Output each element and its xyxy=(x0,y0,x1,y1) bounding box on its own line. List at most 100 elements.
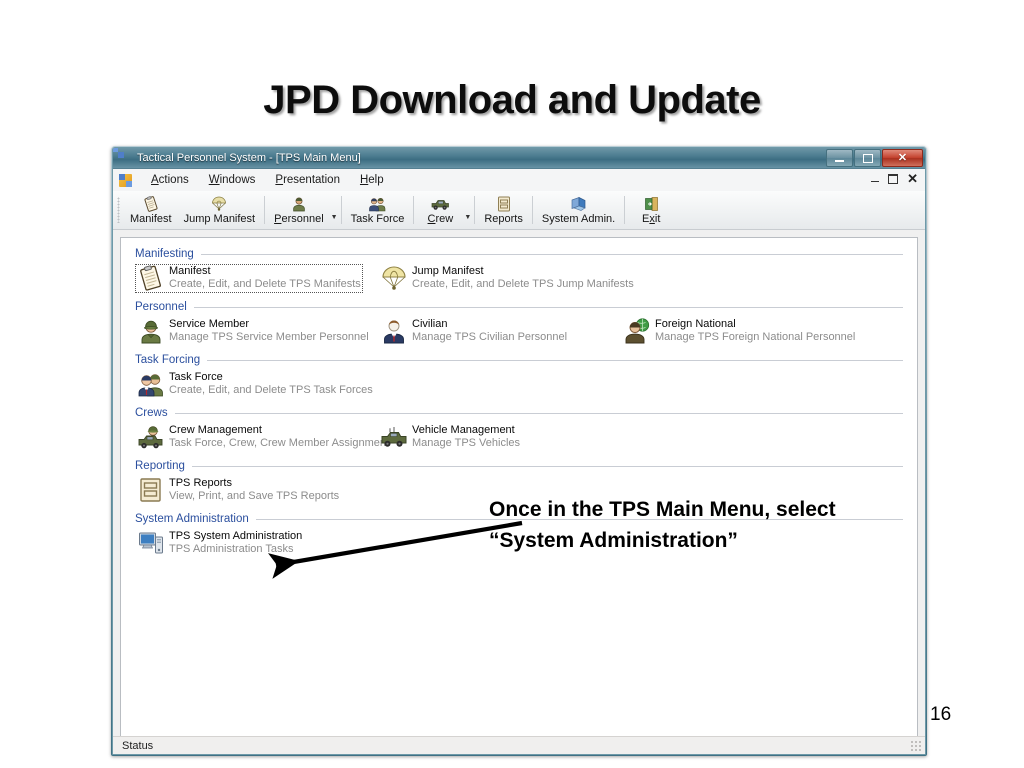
toolbar-button-exit[interactable]: Exit xyxy=(628,194,674,226)
section-label: Crews xyxy=(135,407,168,419)
report-document-icon xyxy=(494,195,514,212)
section-label: Manifesting xyxy=(135,248,194,260)
section-header-personnel: Personnel xyxy=(135,301,903,313)
entry-text: TPS System Administration TPS Administra… xyxy=(169,530,302,556)
chevron-down-icon[interactable]: ▼ xyxy=(331,214,338,221)
chevron-down-icon[interactable]: ▼ xyxy=(464,214,471,221)
window-inner: Tactical Personnel System - [TPS Main Me… xyxy=(112,147,926,755)
callout-line-1: Once in the TPS Main Menu, select xyxy=(489,498,836,521)
menu-entry-vehicle-management[interactable]: Vehicle Management Manage TPS Vehicles xyxy=(378,423,606,452)
window-controls: ✕ xyxy=(826,149,923,167)
menu-item-actions[interactable]: Actions xyxy=(141,172,199,188)
entry-title: TPS System Administration xyxy=(169,530,303,542)
menu-item-windows[interactable]: Windows xyxy=(199,172,266,188)
status-bar: Status xyxy=(113,736,925,754)
slide-canvas: JPD Download and Update 16 Tactical Pers… xyxy=(0,0,1024,768)
section-label: Reporting xyxy=(135,460,185,472)
entry-desc: TPS Administration Tasks xyxy=(169,543,294,555)
section-divider xyxy=(200,253,903,255)
toolbar-group-crew: Crew ▼ xyxy=(417,194,471,226)
two-people-icon xyxy=(138,371,164,397)
toolbar-button-crew[interactable]: Crew xyxy=(417,194,463,226)
exit-door-icon xyxy=(641,195,661,212)
entry-text: Foreign National Manage TPS Foreign Nati… xyxy=(655,318,855,344)
menu-entry-manifest[interactable]: Manifest Create, Edit, and Delete TPS Ma… xyxy=(135,264,363,293)
menu-entry-task-force[interactable]: Task Force Create, Edit, and Delete TPS … xyxy=(135,370,373,399)
toolbar-label-personnel: Personnel xyxy=(274,213,324,225)
maximize-button[interactable] xyxy=(854,149,881,167)
toolbar-grip[interactable] xyxy=(117,197,120,223)
toolbar-button-system-admin[interactable]: System Admin. xyxy=(536,194,621,226)
entry-desc: Manage TPS Foreign National Personnel xyxy=(655,331,856,343)
callout-line-2: “System Administration” xyxy=(489,529,738,552)
mdi-close-icon[interactable]: ✕ xyxy=(907,172,918,185)
window-title-bar: Tactical Personnel System - [TPS Main Me… xyxy=(113,148,925,169)
toolbar-separator xyxy=(413,196,415,224)
section-label: System Administration xyxy=(135,513,249,525)
menu-bar: Actions Windows Presentation Help ✕ xyxy=(113,169,925,191)
close-button[interactable]: ✕ xyxy=(882,149,923,167)
menu-entry-foreign-national[interactable]: Foreign National Manage TPS Foreign Nati… xyxy=(621,317,855,346)
menu-entry-tps-reports[interactable]: TPS Reports View, Print, and Save TPS Re… xyxy=(135,476,363,505)
system-admin-icon xyxy=(569,195,589,212)
vehicle-icon xyxy=(381,424,407,450)
mdi-restore-button[interactable] xyxy=(888,173,899,184)
toolbar-label-jump-manifest: Jump Manifest xyxy=(183,213,256,225)
mdi-minimize-button[interactable] xyxy=(871,175,880,183)
toolbar-separator xyxy=(264,196,266,224)
entry-text: Civilian Manage TPS Civilian Personnel xyxy=(412,318,567,344)
toolbar-button-personnel[interactable]: Personnel xyxy=(268,194,330,226)
toolbar-label-crew: Crew xyxy=(427,213,454,225)
menu-entry-service-member[interactable]: Service Member Manage TPS Service Member… xyxy=(135,317,369,346)
entry-desc: View, Print, and Save TPS Reports xyxy=(169,490,340,502)
parachute-icon xyxy=(209,195,229,212)
menu-entry-civilian[interactable]: Civilian Manage TPS Civilian Personnel xyxy=(378,317,606,346)
resize-grip[interactable] xyxy=(910,740,922,752)
toolbar-button-reports[interactable]: Reports xyxy=(478,194,529,226)
toolbar-button-jump-manifest[interactable]: Jump Manifest xyxy=(178,194,262,226)
entry-text: TPS Reports View, Print, and Save TPS Re… xyxy=(169,477,339,503)
menu-entry-tps-system-administration[interactable]: TPS System Administration TPS Administra… xyxy=(135,529,363,558)
entry-title: Jump Manifest xyxy=(412,265,484,277)
section-header-manifesting: Manifesting xyxy=(135,248,903,260)
item-row: Crew Management Task Force, Crew, Crew M… xyxy=(135,423,903,452)
section-label: Task Forcing xyxy=(135,354,201,366)
civilian-icon xyxy=(381,318,407,344)
minimize-button[interactable] xyxy=(826,149,853,167)
section-divider xyxy=(174,412,903,414)
item-row: Manifest Create, Edit, and Delete TPS Ma… xyxy=(135,264,903,293)
section-divider xyxy=(207,359,903,361)
status-text: Status xyxy=(122,739,154,752)
toolbar-button-manifest[interactable]: Manifest xyxy=(124,194,178,226)
page-title: JPD Download and Update xyxy=(263,78,761,122)
page-number: 16 xyxy=(930,704,952,725)
toolbar-button-task-force[interactable]: Task Force xyxy=(345,194,411,226)
entry-desc: Create, Edit, and Delete TPS Jump Manife… xyxy=(412,278,634,290)
section-header-task-forcing: Task Forcing xyxy=(135,354,903,366)
toolbar-separator xyxy=(531,196,533,224)
clipboard-icon xyxy=(138,265,164,291)
menu-item-help[interactable]: Help xyxy=(350,172,394,188)
entry-desc: Manage TPS Civilian Personnel xyxy=(412,331,568,343)
toolbar-label-exit: Exit xyxy=(642,213,661,225)
entry-desc: Manage TPS Service Member Personnel xyxy=(169,331,369,343)
entry-title: Vehicle Management xyxy=(412,424,515,436)
toolbar-separator xyxy=(474,196,476,224)
menu-entry-jump-manifest[interactable]: Jump Manifest Create, Edit, and Delete T… xyxy=(378,264,634,293)
toolbar-separator xyxy=(624,196,626,224)
menu-label-windows: indows xyxy=(219,174,256,186)
menu-item-presentation[interactable]: Presentation xyxy=(265,172,350,188)
clipboard-icon xyxy=(141,195,161,212)
entry-desc: Create, Edit, and Delete TPS Task Forces xyxy=(169,384,373,396)
toolbar: Manifest Jump Manifest Personnel ▼ Task … xyxy=(113,191,925,230)
menu-label-help: elp xyxy=(368,174,384,186)
entry-text: Task Force Create, Edit, and Delete TPS … xyxy=(169,371,373,397)
toolbar-label-system-admin: System Admin. xyxy=(541,213,616,225)
soldier-icon xyxy=(138,318,164,344)
toolbar-separator xyxy=(340,196,342,224)
callout-text: Once in the TPS Main Menu, select “Syste… xyxy=(489,494,929,556)
section-divider xyxy=(191,465,903,467)
menu-entry-crew-management[interactable]: Crew Management Task Force, Crew, Crew M… xyxy=(135,423,389,452)
mdi-window-controls: ✕ xyxy=(871,172,918,185)
toolbar-label-task-force: Task Force xyxy=(350,213,405,225)
